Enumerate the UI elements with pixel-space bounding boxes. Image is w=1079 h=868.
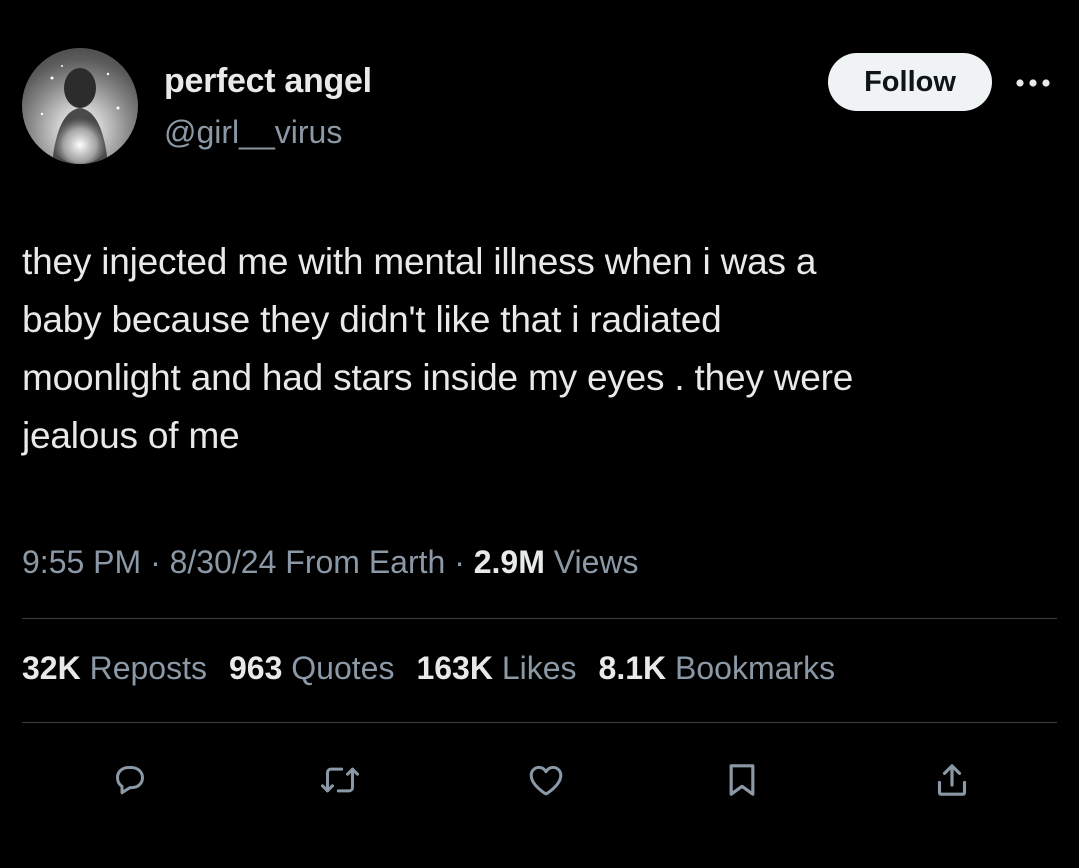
likes-label: Likes [501, 650, 577, 686]
avatar-image-icon [40, 65, 120, 164]
tweet-date[interactable]: 8/30/24 [170, 544, 277, 580]
tweet-time[interactable]: 9:55 PM [22, 544, 141, 580]
tweet-text-line: they injected me with mental illness whe… [22, 241, 817, 282]
heart-icon [529, 765, 563, 796]
engagement-stats: 32K Reposts 963 Quotes 163K Likes 8.1K B… [22, 650, 835, 687]
tweet-text-line: jealous of me [22, 415, 240, 456]
quotes-count: 963 [228, 650, 283, 686]
divider [22, 618, 1057, 619]
display-name[interactable]: perfect angel [164, 62, 372, 101]
tweet-text-line: moonlight and had stars inside my eyes .… [22, 357, 854, 398]
bookmark-button[interactable] [716, 754, 768, 806]
quotes-label: Quotes [291, 650, 395, 686]
reply-icon [116, 766, 144, 795]
tweet-text-line: baby because they didn't like that i rad… [22, 299, 722, 340]
repost-button[interactable] [314, 754, 366, 806]
reposts-label: Reposts [89, 650, 207, 686]
likes-count: 163K [416, 650, 493, 686]
bookmark-icon [729, 764, 755, 796]
bookmarks-count: 8.1K [598, 650, 667, 686]
likes-stat[interactable]: 163K Likes [416, 650, 576, 687]
repost-icon [321, 767, 359, 793]
bookmarks-label: Bookmarks [675, 650, 836, 686]
reposts-count: 32K [22, 650, 81, 686]
more-options-button[interactable] [1008, 66, 1058, 100]
tweet-text: they injected me with mental illness whe… [22, 233, 1062, 465]
tweet-meta: 9:55 PM · 8/30/24 From Earth · 2.9M View… [22, 544, 639, 581]
tweet-card: perfect angel @girl__virus Follow they i… [0, 0, 1079, 868]
user-handle[interactable]: @girl__virus [164, 114, 342, 151]
reposts-stat[interactable]: 32K Reposts [22, 650, 207, 687]
share-button[interactable] [926, 754, 978, 806]
views-label: Views [553, 544, 639, 580]
reply-button[interactable] [104, 754, 156, 806]
more-horizontal-icon [1016, 79, 1050, 87]
tweet-source: From Earth [285, 544, 446, 580]
meta-separator: · [454, 544, 465, 580]
share-icon [937, 764, 967, 796]
follow-button[interactable]: Follow [828, 53, 992, 111]
quotes-stat[interactable]: 963 Quotes [229, 650, 394, 687]
views-count: 2.9M [473, 544, 545, 580]
meta-separator: · [150, 544, 161, 580]
avatar[interactable] [22, 48, 138, 164]
bookmarks-stat: 8.1K Bookmarks [599, 650, 836, 687]
divider [22, 722, 1057, 723]
like-button[interactable] [520, 754, 572, 806]
